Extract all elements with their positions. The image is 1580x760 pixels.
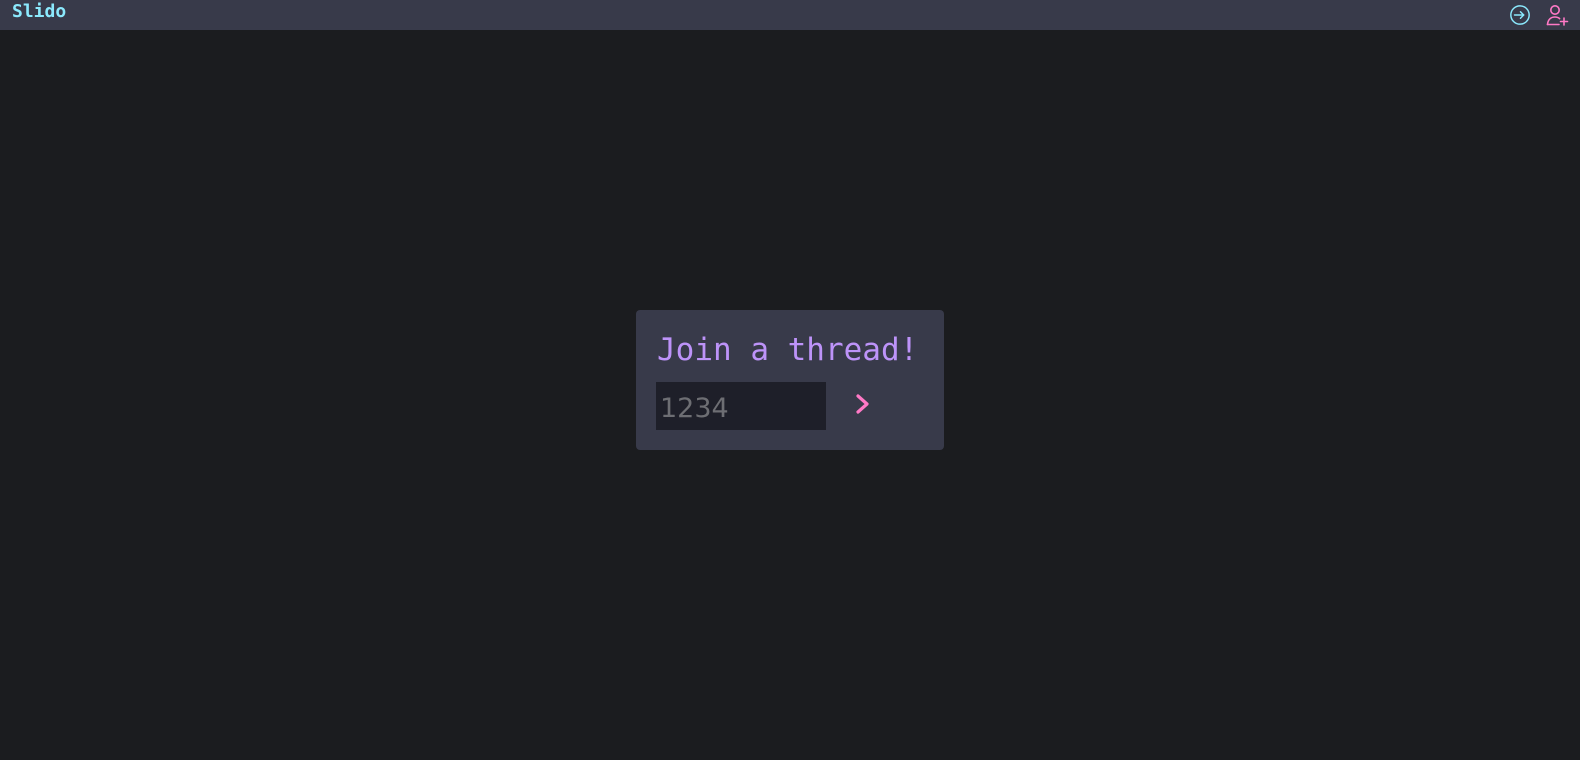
chevron-right-icon [853, 393, 873, 418]
signup-button[interactable] [1545, 3, 1569, 27]
top-navbar: Slido [0, 0, 1580, 30]
join-thread-card: Join a thread! [636, 310, 944, 450]
join-submit-button[interactable] [846, 388, 880, 422]
join-thread-title: Join a thread! [657, 332, 919, 368]
login-button[interactable] [1508, 3, 1532, 27]
user-add-icon [1545, 3, 1569, 27]
brand-logo-link[interactable]: Slido [12, 1, 66, 23]
login-icon [1509, 4, 1531, 26]
thread-code-input[interactable] [656, 382, 826, 430]
